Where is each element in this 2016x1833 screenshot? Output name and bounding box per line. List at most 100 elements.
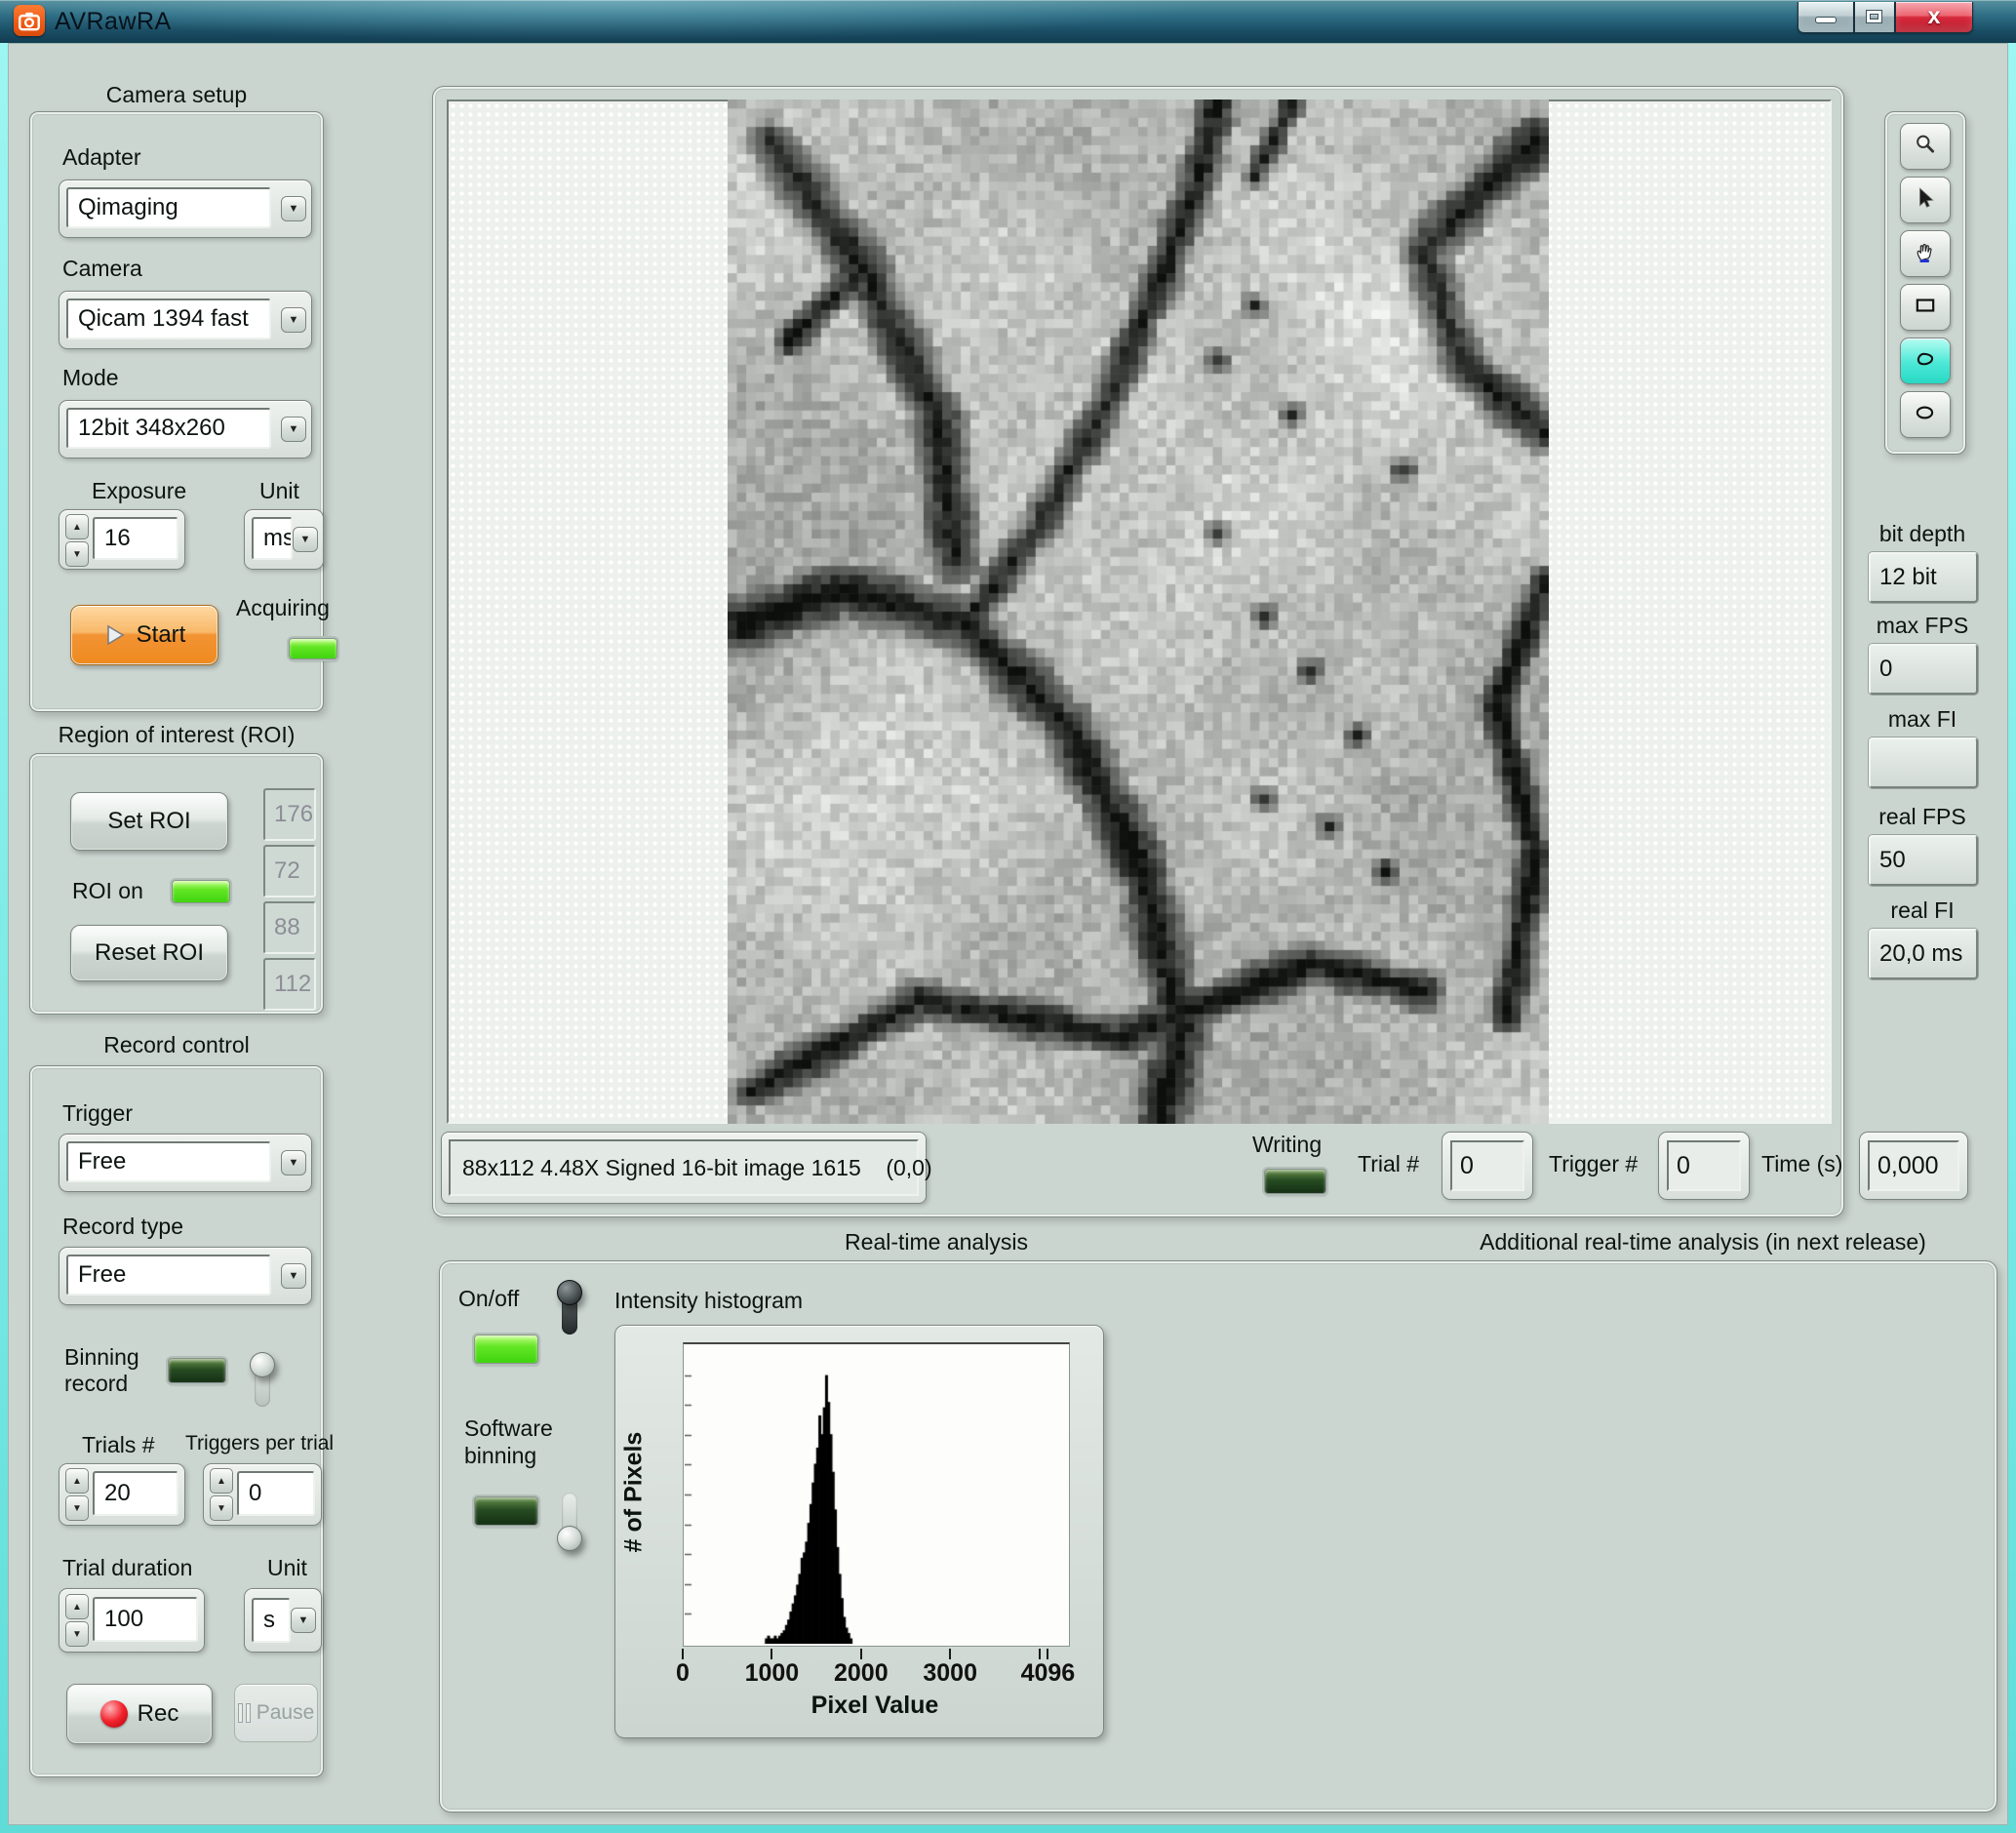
trigger-combo[interactable]: Free ▼ [59, 1134, 312, 1192]
camera-setup-title: Camera setup [29, 82, 324, 108]
chevron-down-icon[interactable]: ▼ [291, 1608, 316, 1633]
record-dot-icon [100, 1700, 128, 1728]
trials-stepper[interactable]: ▲ ▼ 20 [59, 1463, 185, 1526]
play-icon [103, 623, 127, 647]
triggers-per-trial-label: Triggers per trial [185, 1432, 334, 1455]
rectangle-icon [1914, 294, 1937, 322]
record-control-title: Record control [29, 1032, 324, 1058]
adapter-combo[interactable]: Qimaging ▼ [59, 179, 312, 238]
analysis-onoff-toggle[interactable] [552, 1282, 587, 1338]
app-window: AVRawRA x Camera setup Adapter Qimaging … [0, 0, 2016, 1833]
app-icon [14, 5, 45, 36]
x-tick [771, 1649, 772, 1659]
chevron-down-icon[interactable]: ▼ [293, 527, 318, 552]
tool-pan-button[interactable] [1900, 230, 1951, 277]
exposure-label: Exposure [92, 478, 186, 504]
trigger-number-field[interactable]: 0 [1658, 1132, 1750, 1200]
real-fi-label: real FI [1861, 897, 1984, 924]
mode-label: Mode [62, 365, 119, 391]
record-type-combo[interactable]: Free ▼ [59, 1247, 312, 1305]
max-fps-value: 0 [1869, 644, 1978, 695]
pause-icon [238, 1703, 251, 1723]
adapter-label: Adapter [62, 144, 141, 171]
real-fi-value: 20,0 ms [1869, 929, 1978, 979]
time-label: Time (s) [1761, 1151, 1842, 1177]
histogram-xlabel: Pixel Value [797, 1692, 953, 1720]
exposure-unit-label: Unit [259, 478, 299, 504]
minimize-button[interactable] [1798, 2, 1854, 33]
pause-button[interactable]: Pause [234, 1684, 318, 1742]
rec-button-label: Rec [138, 1700, 179, 1728]
exposure-unit-value: ms [252, 517, 293, 560]
real-fps-label: real FPS [1861, 804, 1984, 830]
triggers-per-trial-value: 0 [237, 1471, 315, 1516]
pause-button-label: Pause [257, 1701, 315, 1725]
tool-ellipse-button[interactable] [1900, 391, 1951, 438]
trial-number-field[interactable]: 0 [1442, 1132, 1533, 1200]
record-type-value: Free [66, 1255, 271, 1295]
analysis-onoff-led [474, 1335, 538, 1364]
roi-title: Region of interest (ROI) [29, 722, 324, 748]
start-button[interactable]: Start [70, 605, 218, 665]
mode-combo[interactable]: 12bit 348x260 ▼ [59, 400, 312, 458]
tool-lasso-button[interactable] [1900, 338, 1951, 384]
close-button[interactable]: x [1895, 2, 1973, 33]
spin-down-icon[interactable]: ▼ [65, 541, 89, 567]
set-roi-button[interactable]: Set ROI [70, 792, 228, 851]
rec-button[interactable]: Rec [66, 1684, 213, 1744]
camera-label: Camera [62, 256, 142, 282]
trial-duration-stepper[interactable]: ▲ ▼ 100 [59, 1588, 205, 1653]
software-binning-led [474, 1496, 538, 1526]
exposure-stepper[interactable]: ▲ ▼ 16 [59, 509, 185, 570]
spin-up-icon[interactable]: ▲ [65, 1468, 89, 1494]
binning-record-label: Binning record [64, 1344, 172, 1397]
chevron-down-icon[interactable]: ▼ [281, 196, 306, 221]
tool-cursor-button[interactable] [1900, 177, 1951, 223]
tool-rectangle-button[interactable] [1900, 284, 1951, 331]
duration-unit-combo[interactable]: s ▼ [244, 1588, 322, 1653]
triggers-per-trial-stepper[interactable]: ▲ ▼ 0 [203, 1463, 322, 1526]
acquiring-led [289, 638, 337, 659]
roi-value-field: 88 [263, 901, 316, 954]
writing-led [1264, 1169, 1326, 1194]
time-field[interactable]: 0,000 [1859, 1132, 1968, 1200]
max-fps-label: max FPS [1861, 613, 1984, 639]
mode-value: 12bit 348x260 [66, 408, 271, 449]
tool-zoom-button[interactable] [1900, 123, 1951, 170]
camera-image[interactable] [728, 100, 1549, 1124]
titlebar[interactable]: AVRawRA x [0, 0, 2016, 43]
image-status-text: 88x112 4.48X Signed 16-bit image 1615 (0… [449, 1139, 919, 1196]
spin-up-icon[interactable]: ▲ [65, 514, 89, 539]
trial-number-value: 0 [1450, 1140, 1524, 1191]
duration-unit-label: Unit [267, 1555, 307, 1581]
time-value: 0,000 [1868, 1140, 1959, 1191]
maximize-icon [1867, 11, 1881, 22]
reset-roi-label: Reset ROI [95, 939, 204, 967]
camera-combo[interactable]: Qicam 1394 fast ▼ [59, 291, 312, 349]
trigger-number-value: 0 [1667, 1140, 1741, 1191]
binning-record-toggle[interactable] [246, 1354, 279, 1411]
histogram-plot[interactable] [683, 1342, 1070, 1647]
chevron-down-icon[interactable]: ▼ [281, 1263, 306, 1289]
spin-up-icon[interactable]: ▲ [210, 1468, 233, 1494]
spin-down-icon[interactable]: ▼ [210, 1495, 233, 1521]
maximize-button[interactable] [1854, 2, 1895, 33]
ellipse-icon [1914, 401, 1937, 429]
spin-down-icon[interactable]: ▼ [65, 1621, 89, 1647]
spin-down-icon[interactable]: ▼ [65, 1495, 89, 1521]
trigger-label: Trigger [62, 1100, 133, 1127]
max-fi-label: max FI [1861, 706, 1984, 733]
exposure-unit-combo[interactable]: ms ▼ [244, 509, 324, 570]
trigger-value: Free [66, 1141, 271, 1182]
x-tick-label: 3000 [896, 1659, 1004, 1688]
reset-roi-button[interactable]: Reset ROI [70, 925, 228, 981]
chevron-down-icon[interactable]: ▼ [281, 417, 306, 442]
binning-record-led [168, 1358, 226, 1383]
spin-up-icon[interactable]: ▲ [65, 1594, 89, 1619]
set-roi-label: Set ROI [107, 808, 190, 835]
chevron-down-icon[interactable]: ▼ [281, 1150, 306, 1176]
software-binning-toggle[interactable] [552, 1489, 587, 1549]
chevron-down-icon[interactable]: ▼ [281, 307, 306, 333]
analysis-onoff-label: On/off [458, 1286, 519, 1312]
histogram-ylabel: # of Pixels [620, 1405, 649, 1580]
